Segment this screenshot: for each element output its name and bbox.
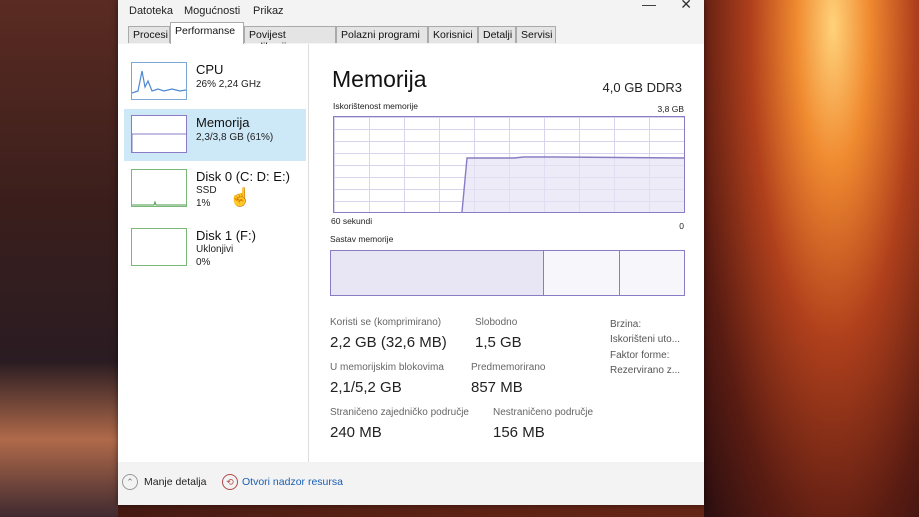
tab-processes[interactable]: Procesi bbox=[128, 26, 170, 43]
sidebar-item-sub: 26% 2,24 GHz bbox=[196, 79, 262, 90]
page-title: Memorija bbox=[332, 66, 427, 92]
menu-view[interactable]: Prikaz bbox=[253, 5, 284, 17]
sidebar-item-disk1[interactable]: Disk 1 (F:) Uklonjivi 0% bbox=[124, 222, 306, 274]
in-use-value: 2,2 GB (32,6 MB) bbox=[330, 334, 447, 351]
cached-value: 857 MB bbox=[471, 379, 523, 396]
memory-usage-graph bbox=[333, 116, 685, 213]
zero-label: 0 bbox=[679, 221, 684, 231]
footer: ⌃ Manje detalja ⟲ Otvori nadzor resursa bbox=[118, 462, 704, 505]
cpu-thumbnail bbox=[131, 62, 187, 100]
tab-details[interactable]: Detalji bbox=[478, 26, 516, 43]
memory-composition-bar bbox=[330, 250, 685, 296]
minimize-icon[interactable]: — bbox=[642, 0, 656, 12]
committed-label: U memorijskim blokovima bbox=[330, 362, 444, 373]
composition-standby bbox=[543, 251, 620, 295]
open-resource-monitor-link[interactable]: Otvori nadzor resursa bbox=[242, 476, 343, 488]
menu-options[interactable]: Mogućnosti bbox=[184, 5, 240, 17]
mouse-cursor-icon: ☝ bbox=[229, 187, 252, 207]
close-icon[interactable]: ✕ bbox=[680, 0, 692, 13]
disk1-thumbnail bbox=[131, 228, 187, 266]
time-label: 60 sekundi bbox=[331, 216, 373, 226]
nonpaged-pool-value: 156 MB bbox=[493, 424, 545, 441]
sidebar-item-title: Memorija bbox=[196, 115, 250, 130]
sidebar-item-title: Disk 0 (C: D: E:) bbox=[196, 169, 290, 184]
paged-pool-label: Straničeno zajedničko područje bbox=[330, 407, 469, 418]
task-manager-window: Datoteka Mogućnosti Prikaz — ✕ Procesi P… bbox=[118, 0, 704, 505]
speed-label: Brzina: bbox=[610, 319, 642, 330]
disk0-thumbnail bbox=[131, 169, 187, 207]
tab-services[interactable]: Servisi bbox=[516, 26, 556, 43]
composition-free bbox=[619, 251, 684, 295]
sidebar-item-disk0[interactable]: Disk 0 (C: D: E:) SSD 1% bbox=[124, 163, 306, 215]
committed-value: 2,1/5,2 GB bbox=[330, 379, 402, 396]
fewer-details-button[interactable]: Manje detalja bbox=[144, 476, 206, 488]
sidebar-item-sub: SSD bbox=[196, 185, 217, 196]
sidebar-item-sub2: 0% bbox=[196, 257, 211, 268]
tab-bar: Procesi Performanse Povijest aplikacije … bbox=[124, 22, 704, 53]
wallpaper-left bbox=[0, 0, 118, 517]
sidebar-item-sub: Uklonjivi bbox=[196, 244, 234, 255]
tab-users[interactable]: Korisnici bbox=[428, 26, 478, 43]
resource-monitor-icon: ⟲ bbox=[222, 474, 238, 490]
form-factor-label: Faktor forme: bbox=[610, 350, 670, 361]
content-area: CPU 26% 2,24 GHz Memorija 2,3/3,8 GB (61… bbox=[118, 44, 704, 462]
sidebar-item-title: Disk 1 (F:) bbox=[196, 228, 256, 243]
available-value: 1,5 GB bbox=[475, 334, 522, 351]
sidebar-item-title: CPU bbox=[196, 62, 224, 77]
chevron-up-icon[interactable]: ⌃ bbox=[122, 474, 138, 490]
menu-bar: Datoteka Mogućnosti Prikaz — ✕ bbox=[118, 0, 704, 22]
reserved-label: Rezervirano z... bbox=[610, 365, 681, 376]
available-label: Slobodno bbox=[475, 317, 518, 328]
slots-label: Iskorišteni uto... bbox=[610, 334, 681, 345]
tab-app-history[interactable]: Povijest aplikacije bbox=[244, 26, 336, 53]
usage-max-label: 3,8 GB bbox=[657, 104, 684, 114]
sidebar-item-memory[interactable]: Memorija 2,3/3,8 GB (61%) bbox=[124, 109, 306, 161]
composition-in-use bbox=[331, 251, 544, 295]
memory-thumbnail bbox=[131, 115, 187, 153]
memory-type: 4,0 GB DDR3 bbox=[602, 80, 682, 95]
sidebar-item-cpu[interactable]: CPU 26% 2,24 GHz bbox=[124, 56, 306, 108]
cached-label: Predmemorirano bbox=[471, 362, 546, 373]
wallpaper-right bbox=[704, 0, 919, 517]
sidebar-item-sub: 2,3/3,8 GB (61%) bbox=[196, 132, 274, 143]
in-use-label: Koristi se (komprimirano) bbox=[330, 317, 442, 328]
paged-pool-value: 240 MB bbox=[330, 424, 382, 441]
sidebar: CPU 26% 2,24 GHz Memorija 2,3/3,8 GB (61… bbox=[118, 44, 309, 462]
menu-file[interactable]: Datoteka bbox=[129, 5, 173, 17]
composition-label: Sastav memorije bbox=[330, 234, 394, 244]
tab-startup[interactable]: Polazni programi bbox=[336, 26, 428, 43]
memory-panel: Memorija 4,0 GB DDR3 Iskorištenost memor… bbox=[330, 44, 690, 462]
sidebar-item-sub2: 1% bbox=[196, 198, 211, 209]
nonpaged-pool-label: Nestraničeno područje bbox=[493, 407, 594, 418]
usage-label: Iskorištenost memorije bbox=[333, 101, 419, 111]
tab-performance[interactable]: Performanse bbox=[170, 22, 244, 44]
